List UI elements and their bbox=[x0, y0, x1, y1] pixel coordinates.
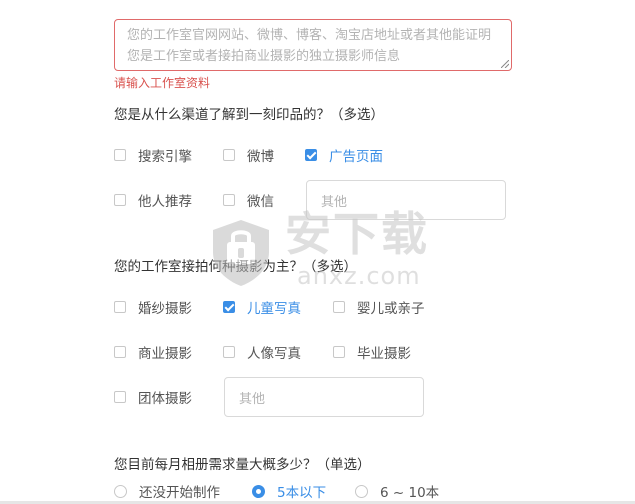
studio-info-placeholder: 您的工作室官网网站、微博、博客、淘宝店地址或者其他能证明您是工作室或者接拍商业摄… bbox=[127, 28, 492, 64]
q1-option-weibo[interactable]: 微博 bbox=[223, 145, 274, 165]
q1-other-input[interactable]: 其他 bbox=[306, 180, 506, 220]
q2-option-graduation[interactable]: 毕业摄影 bbox=[333, 342, 411, 362]
radio[interactable] bbox=[355, 484, 368, 498]
q3-option-6-10[interactable]: 6 ~ 10本 bbox=[355, 481, 439, 501]
checkbox[interactable] bbox=[333, 301, 345, 313]
checkbox[interactable] bbox=[114, 301, 126, 313]
q1-title: 您是从什么渠道了解到一刻印品的？（多选） bbox=[114, 107, 384, 123]
q2-option-portrait[interactable]: 人像写真 bbox=[223, 342, 301, 362]
checkbox[interactable] bbox=[114, 346, 126, 358]
option-label: 他人推荐 bbox=[138, 194, 192, 210]
resize-grip-icon[interactable] bbox=[501, 60, 509, 68]
option-label: 搜索引擎 bbox=[138, 149, 192, 165]
watermark: 安下载 anxz.com bbox=[205, 208, 435, 294]
checkbox[interactable] bbox=[333, 346, 345, 358]
option-label: 微信 bbox=[247, 194, 274, 210]
option-label: 广告页面 bbox=[329, 149, 383, 165]
q1-option-wechat[interactable]: 微信 bbox=[223, 190, 274, 210]
checkbox[interactable] bbox=[223, 149, 235, 161]
q1-option-search[interactable]: 搜索引擎 bbox=[114, 145, 192, 165]
q3-option-not-started[interactable]: 还没开始制作 bbox=[114, 481, 220, 501]
q2-other-input[interactable]: 其他 bbox=[224, 377, 424, 417]
q3-option-under-5[interactable]: 5本以下 bbox=[252, 481, 326, 501]
checkbox-checked[interactable] bbox=[223, 301, 235, 313]
option-label: 婴儿或亲子 bbox=[357, 301, 425, 317]
radio-checked[interactable] bbox=[252, 484, 265, 498]
other-placeholder: 其他 bbox=[239, 391, 266, 407]
option-label: 团体摄影 bbox=[138, 391, 192, 407]
radio[interactable] bbox=[114, 484, 127, 498]
checkbox[interactable] bbox=[223, 194, 235, 206]
option-label: 还没开始制作 bbox=[139, 485, 220, 501]
q1-option-referral[interactable]: 他人推荐 bbox=[114, 190, 192, 210]
q2-option-children[interactable]: 儿童写真 bbox=[223, 297, 301, 317]
q2-option-wedding[interactable]: 婚纱摄影 bbox=[114, 297, 192, 317]
option-label: 5本以下 bbox=[277, 485, 327, 501]
option-label: 婚纱摄影 bbox=[138, 301, 192, 317]
q3-title: 您目前每月相册需求量大概多少？（单选） bbox=[114, 457, 371, 473]
q2-option-commercial[interactable]: 商业摄影 bbox=[114, 342, 192, 362]
studio-info-textarea[interactable]: 您的工作室官网网站、微博、博客、淘宝店地址或者其他能证明您是工作室或者接拍商业摄… bbox=[114, 19, 512, 71]
option-label: 商业摄影 bbox=[138, 346, 192, 362]
q2-option-baby[interactable]: 婴儿或亲子 bbox=[333, 297, 425, 317]
checkbox[interactable] bbox=[114, 149, 126, 161]
q2-option-group[interactable]: 团体摄影 bbox=[114, 387, 192, 407]
checkbox[interactable] bbox=[223, 346, 235, 358]
option-label: 毕业摄影 bbox=[357, 346, 411, 362]
shield-icon bbox=[213, 220, 269, 286]
q1-option-ad-page[interactable]: 广告页面 bbox=[305, 145, 383, 165]
checkbox[interactable] bbox=[114, 194, 126, 206]
checkbox[interactable] bbox=[114, 391, 126, 403]
checkbox-checked[interactable] bbox=[305, 149, 317, 161]
option-label: 微博 bbox=[247, 149, 274, 165]
option-label: 儿童写真 bbox=[247, 301, 301, 317]
option-label: 人像写真 bbox=[247, 346, 301, 362]
q2-title: 您的工作室接拍何种摄影为主？（多选） bbox=[114, 259, 357, 275]
option-label: 6 ~ 10本 bbox=[380, 485, 440, 501]
other-placeholder: 其他 bbox=[321, 194, 348, 210]
studio-info-error: 请输入工作室资料 bbox=[114, 76, 211, 90]
